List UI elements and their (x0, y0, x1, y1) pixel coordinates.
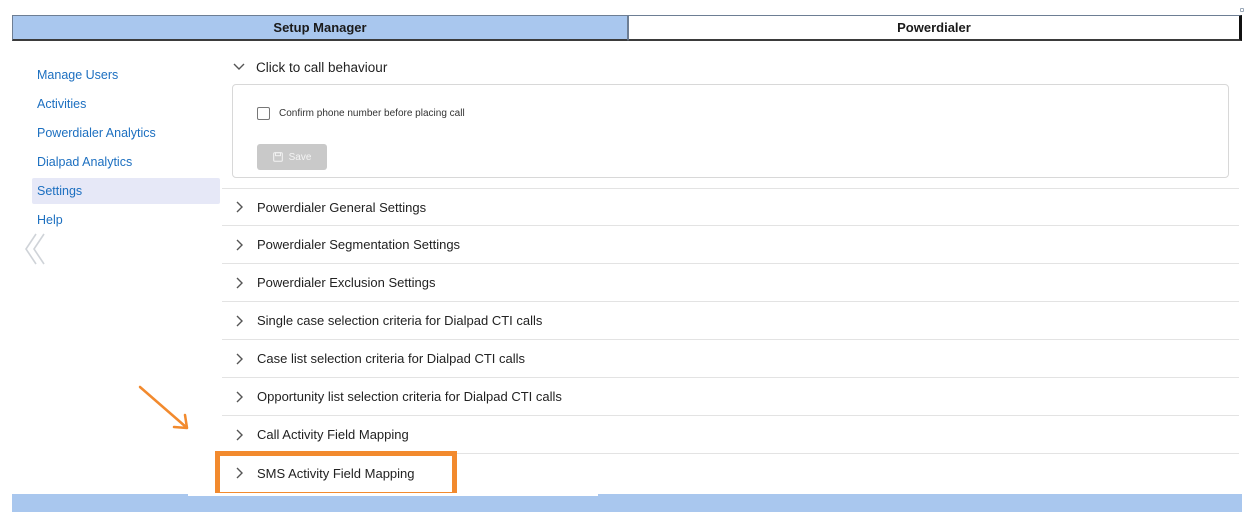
section-click-to-call-title: Click to call behaviour (256, 59, 388, 75)
section-label: Powerdialer Segmentation Settings (257, 237, 461, 252)
tab-setup-manager[interactable]: Setup Manager (12, 15, 628, 41)
section-label: Powerdialer Exclusion Settings (257, 275, 436, 290)
confirm-phone-checkbox[interactable] (257, 107, 270, 120)
tab-powerdialer[interactable]: Powerdialer (628, 15, 1242, 41)
double-chevron-left-icon[interactable] (24, 232, 48, 266)
save-button-label: Save (288, 151, 312, 163)
sidebar-item-dialpad-analytics[interactable]: Dialpad Analytics (32, 149, 220, 175)
chevron-right-icon (233, 238, 247, 252)
chevron-right-icon (233, 314, 247, 328)
section-label: Opportunity list selection criteria for … (257, 389, 562, 404)
save-icon (272, 152, 283, 162)
confirm-phone-label: Confirm phone number before placing call (279, 108, 465, 119)
chevron-right-icon (233, 428, 247, 442)
section-label: Case list selection criteria for Dialpad… (257, 351, 526, 366)
chevron-right-icon (233, 352, 247, 366)
section-case-list-criteria[interactable]: Case list selection criteria for Dialpad… (222, 340, 1239, 378)
sidebar-item-help[interactable]: Help (32, 207, 220, 233)
section-powerdialer-segmentation-settings[interactable]: Powerdialer Segmentation Settings (222, 226, 1239, 264)
section-powerdialer-general-settings[interactable]: Powerdialer General Settings (222, 188, 1239, 226)
section-sms-activity-field-mapping[interactable]: SMS Activity Field Mapping (222, 454, 1239, 492)
section-single-case-criteria[interactable]: Single case selection criteria for Dialp… (222, 302, 1239, 340)
confirm-phone-row: Confirm phone number before placing call (257, 107, 465, 120)
save-button[interactable]: Save (257, 144, 327, 170)
chevron-right-icon (233, 466, 247, 480)
section-label: Call Activity Field Mapping (257, 427, 409, 442)
chevron-down-icon (232, 60, 246, 74)
section-label: Powerdialer General Settings (257, 199, 427, 215)
section-label: SMS Activity Field Mapping (257, 465, 415, 481)
sidebar-item-activities[interactable]: Activities (32, 91, 220, 117)
top-tab-bar: Setup Manager Powerdialer (12, 15, 1242, 41)
section-powerdialer-exclusion-settings[interactable]: Powerdialer Exclusion Settings (222, 264, 1239, 302)
sidebar-item-powerdialer-analytics[interactable]: Powerdialer Analytics (32, 120, 220, 146)
settings-section-list: Powerdialer General Settings Powerdialer… (222, 188, 1239, 492)
bottom-bar (12, 494, 1242, 512)
settings-content: Click to call behaviour Confirm phone nu… (222, 50, 1239, 492)
sidebar: Manage Users Activities Powerdialer Anal… (32, 62, 220, 236)
section-opportunity-list-criteria[interactable]: Opportunity list selection criteria for … (222, 378, 1239, 416)
resize-icon (1240, 8, 1244, 12)
click-to-call-panel: Confirm phone number before placing call… (232, 84, 1229, 178)
chevron-right-icon (233, 390, 247, 404)
sidebar-item-manage-users[interactable]: Manage Users (32, 62, 220, 88)
sidebar-item-settings[interactable]: Settings (32, 178, 220, 204)
bottom-bar-gap (188, 493, 598, 496)
section-click-to-call-header[interactable]: Click to call behaviour (222, 50, 1239, 84)
section-call-activity-field-mapping[interactable]: Call Activity Field Mapping (222, 416, 1239, 454)
annotation-arrow-icon (138, 385, 189, 430)
chevron-right-icon (233, 200, 247, 214)
section-label: Single case selection criteria for Dialp… (257, 313, 543, 328)
chevron-right-icon (233, 276, 247, 290)
